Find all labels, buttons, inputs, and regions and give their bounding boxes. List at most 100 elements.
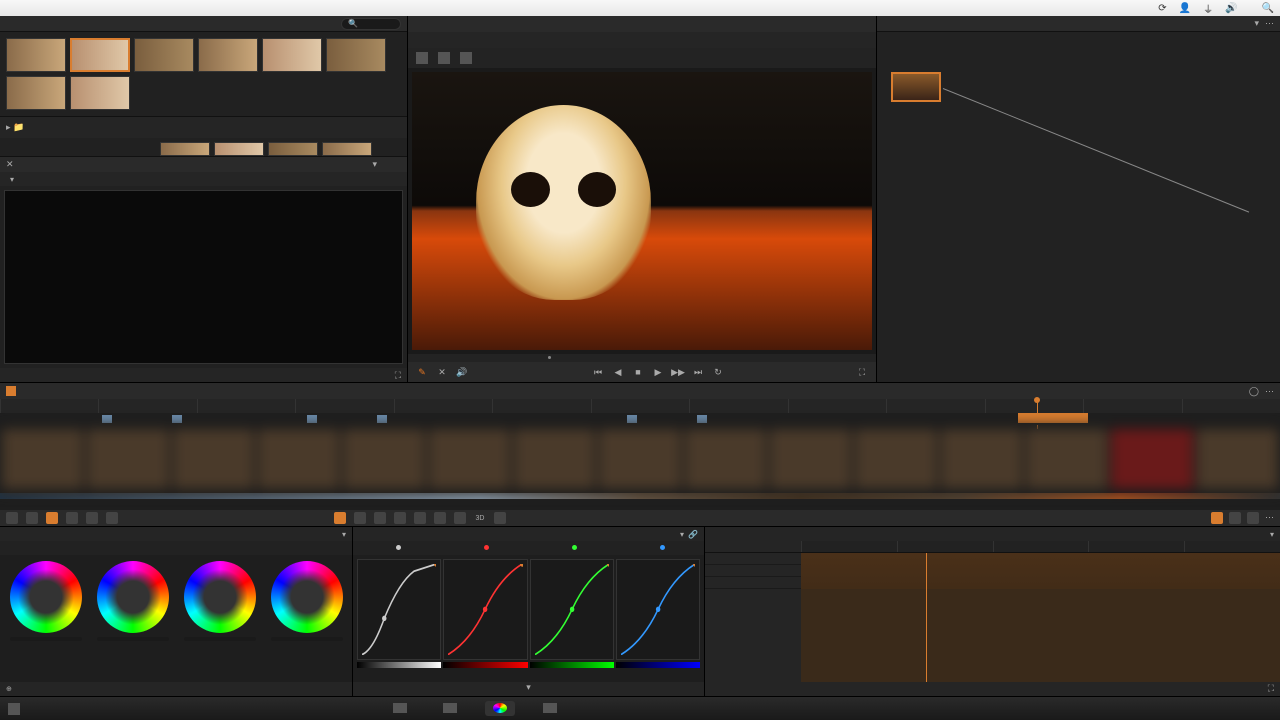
- curves-expand-icon[interactable]: ▾: [526, 682, 531, 692]
- timeline-ruler[interactable]: [0, 399, 1280, 413]
- gallery-thumb[interactable]: [262, 38, 322, 72]
- gallery-thumb[interactable]: [70, 38, 130, 72]
- green-curve[interactable]: [530, 559, 614, 660]
- last-frame-icon[interactable]: ⏭: [692, 366, 704, 378]
- out-marker[interactable]: [377, 415, 387, 423]
- out-marker[interactable]: [697, 415, 707, 423]
- qualifier-icon[interactable]: [354, 512, 366, 524]
- tab-edit[interactable]: [435, 701, 465, 716]
- viewer-canvas[interactable]: [412, 72, 872, 350]
- node-1[interactable]: [891, 72, 941, 102]
- gallery-thumb[interactable]: [134, 38, 194, 72]
- keyframe-area[interactable]: [801, 553, 1280, 682]
- chevron-down-icon[interactable]: ▾: [342, 530, 346, 539]
- stills-thumb[interactable]: [160, 142, 210, 156]
- stop-icon[interactable]: ■: [632, 366, 644, 378]
- eyedropper-icon[interactable]: ✎: [416, 366, 428, 378]
- gallery-thumb[interactable]: [70, 76, 130, 110]
- offset-slider[interactable]: [271, 637, 343, 641]
- unmute-icon[interactable]: 🔊: [456, 366, 468, 378]
- scopes-close-icon[interactable]: ✕: [6, 159, 14, 170]
- play-icon[interactable]: ▶: [652, 366, 664, 378]
- curves-tab-icon[interactable]: [334, 512, 346, 524]
- gamma-slider[interactable]: [97, 637, 169, 641]
- scopes-dropdown-icon[interactable]: ▾: [372, 159, 377, 170]
- gallery-thumb[interactable]: [198, 38, 258, 72]
- chevron-down-icon[interactable]: ▾: [10, 175, 14, 184]
- gallery-search[interactable]: 🔍: [341, 18, 401, 30]
- stills-thumb[interactable]: [322, 142, 372, 156]
- keyframes-zoom-icon[interactable]: [1247, 512, 1259, 524]
- blur-icon[interactable]: [414, 512, 426, 524]
- highlight-icon[interactable]: [460, 52, 472, 64]
- keyframe-playhead[interactable]: [926, 553, 927, 682]
- crop-icon[interactable]: ✕: [436, 366, 448, 378]
- keyframe-timecode[interactable]: [705, 541, 801, 552]
- gamma-wheel[interactable]: [97, 561, 169, 633]
- 3d-icon[interactable]: 3D: [474, 512, 486, 524]
- wifi-icon[interactable]: ⏚: [1203, 1, 1213, 16]
- window-icon[interactable]: [374, 512, 386, 524]
- spotlight-icon[interactable]: 🔍: [1262, 3, 1274, 14]
- clip-thumbnails[interactable]: [0, 425, 1280, 493]
- key-icon[interactable]: [434, 512, 446, 524]
- lift-wheel[interactable]: [10, 561, 82, 633]
- motion-effects-icon[interactable]: [86, 512, 98, 524]
- stills-thumb[interactable]: [268, 142, 318, 156]
- in-marker[interactable]: [307, 415, 317, 423]
- expand-viewer-icon[interactable]: ⛶: [856, 366, 868, 378]
- tab-deliver[interactable]: [535, 701, 565, 716]
- kf-track-sizing[interactable]: [705, 577, 801, 589]
- home-icon[interactable]: [8, 703, 20, 715]
- timeline-filter-icon[interactable]: ◯: [1249, 386, 1259, 397]
- in-marker[interactable]: [102, 415, 112, 423]
- image-wipe-icon[interactable]: [416, 52, 428, 64]
- split-screen-icon[interactable]: [438, 52, 450, 64]
- red-curve[interactable]: [443, 559, 527, 660]
- gain-wheel[interactable]: [184, 561, 256, 633]
- tracking-icon[interactable]: [394, 512, 406, 524]
- kf-track-corrector[interactable]: [705, 565, 801, 577]
- curves-link-icon[interactable]: 🔗: [688, 530, 698, 539]
- stereoscopic-icon[interactable]: [494, 512, 506, 524]
- first-frame-icon[interactable]: ⏮: [592, 366, 604, 378]
- loop-icon[interactable]: ↻: [712, 366, 724, 378]
- scrub-handle[interactable]: [548, 356, 551, 359]
- stills-thumb[interactable]: [214, 142, 264, 156]
- color-match-icon[interactable]: [26, 512, 38, 524]
- kf-track-master[interactable]: [705, 553, 801, 565]
- camera-raw-icon[interactable]: [6, 512, 18, 524]
- rgb-mixer-icon[interactable]: [66, 512, 78, 524]
- out-marker[interactable]: [172, 415, 182, 423]
- gallery-thumb[interactable]: [6, 38, 66, 72]
- chevron-down-icon[interactable]: ▾: [1270, 530, 1274, 539]
- curves-icon[interactable]: [106, 512, 118, 524]
- luminance-curve[interactable]: [357, 559, 441, 660]
- prev-frame-icon[interactable]: ◀: [612, 366, 624, 378]
- gallery-thumb[interactable]: [326, 38, 386, 72]
- expand-icon[interactable]: ⛶: [395, 370, 401, 380]
- timeline-options-icon[interactable]: ⋯: [1265, 386, 1274, 397]
- user-icon[interactable]: 👤: [1179, 3, 1191, 14]
- tab-color[interactable]: [485, 701, 515, 716]
- keyframes-options-icon[interactable]: ⋯: [1265, 512, 1274, 524]
- keyframes-all-icon[interactable]: [1229, 512, 1241, 524]
- node-graph[interactable]: [877, 32, 1280, 382]
- sizing-icon[interactable]: [454, 512, 466, 524]
- in-marker[interactable]: [627, 415, 637, 423]
- next-frame-icon[interactable]: ▶▶: [672, 366, 684, 378]
- color-wheels-icon[interactable]: [46, 512, 58, 524]
- tab-media[interactable]: [385, 701, 415, 716]
- volume-icon[interactable]: 🔊: [1225, 3, 1237, 14]
- lift-slider[interactable]: [10, 637, 82, 641]
- reset-icon[interactable]: ⊕: [6, 685, 12, 693]
- gain-slider[interactable]: [184, 637, 256, 641]
- offset-wheel[interactable]: [271, 561, 343, 633]
- stills-folder-icon[interactable]: ▸ 📁: [6, 122, 24, 133]
- gallery-thumb[interactable]: [6, 76, 66, 110]
- chevron-down-icon[interactable]: ▾: [680, 530, 684, 539]
- kf-expand-icon[interactable]: ⛶: [1268, 683, 1274, 693]
- keyframes-mode-icon[interactable]: [1211, 512, 1223, 524]
- chevron-down-icon[interactable]: ▾: [1254, 18, 1259, 29]
- clips-view-icon[interactable]: [6, 386, 16, 396]
